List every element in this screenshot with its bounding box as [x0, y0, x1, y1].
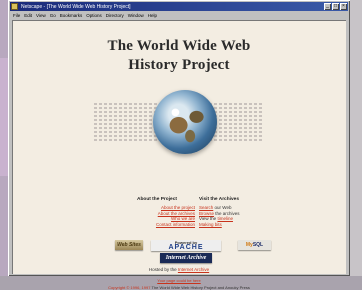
- close-button[interactable]: ×: [340, 3, 347, 10]
- apache-text: APACHE: [168, 244, 204, 251]
- timeline-link[interactable]: timeline: [217, 216, 233, 221]
- apache-badge[interactable]: Powered by APACHE: [151, 240, 221, 251]
- browse-link[interactable]: Browse: [199, 211, 214, 216]
- about-links: About the project About the archives Who…: [139, 205, 195, 227]
- netscape-app-icon[interactable]: [11, 3, 18, 10]
- menu-directory[interactable]: Directory: [106, 13, 124, 18]
- making-bits-link[interactable]: Making bits: [199, 222, 222, 227]
- desktop-stripe: [0, 58, 8, 176]
- menu-bookmarks[interactable]: Bookmarks: [60, 13, 83, 18]
- search-link[interactable]: Search: [199, 205, 213, 210]
- footer-line1: Your page could be here: [12, 278, 346, 283]
- mysql-badge[interactable]: MySQL: [238, 240, 271, 250]
- hosted-by: Hosted by the Internet Archive: [12, 267, 346, 272]
- browse-text: the archives: [215, 210, 240, 216]
- menu-view[interactable]: View: [36, 13, 46, 18]
- visit-links: Search our Web Browse the archives View …: [199, 205, 259, 227]
- mysql-my-text: My: [245, 242, 253, 248]
- hosted-text: Hosted by the: [148, 267, 177, 272]
- browser-window: Netscape - [The World Wide Web History P…: [8, 0, 350, 290]
- view-text: View the: [199, 216, 217, 221]
- desktop-right-edge: [350, 0, 362, 276]
- visit-heading: Visit the Archives: [199, 197, 239, 202]
- globe-icon: [153, 90, 217, 154]
- window-controls: _ □ ×: [324, 3, 347, 10]
- maximize-button[interactable]: □: [332, 3, 339, 10]
- menu-edit[interactable]: Edit: [24, 13, 32, 18]
- copyright-link[interactable]: Copyright © 1996, 1997: [108, 285, 150, 290]
- desktop-left-edge: [0, 0, 8, 276]
- page-title-line2: History Project: [128, 57, 230, 73]
- your-page-link[interactable]: Your page could be here: [157, 278, 200, 283]
- menu-go[interactable]: Go: [50, 13, 56, 18]
- menu-bar: File Edit View Go Bookmarks Options Dire…: [10, 11, 348, 19]
- about-heading: About the Project: [137, 197, 177, 202]
- footer-copyright: Copyright © 1996, 1997 The World Wide We…: [12, 285, 346, 290]
- contact-link[interactable]: Contact information: [139, 222, 195, 228]
- page-title-line1: The World Wide Web: [107, 38, 251, 54]
- internet-archive-badge[interactable]: Internet Archive: [160, 253, 212, 263]
- menu-help[interactable]: Help: [148, 13, 157, 18]
- internet-archive-link[interactable]: Internet Archive: [178, 267, 209, 272]
- title-bar[interactable]: Netscape - [The World Wide Web History P…: [10, 2, 348, 11]
- page-content: The World Wide Web History Project About…: [12, 20, 346, 290]
- menu-window[interactable]: Window: [128, 13, 144, 18]
- minimize-button[interactable]: _: [324, 3, 331, 10]
- mysql-sql-text: SQL: [252, 242, 264, 248]
- menu-options[interactable]: Options: [86, 13, 102, 18]
- window-title: Netscape - [The World Wide Web History P…: [21, 3, 131, 10]
- menu-file[interactable]: File: [13, 13, 20, 18]
- copyright-text: The World Wide Web History Project and A…: [151, 285, 250, 290]
- web-sites-badge[interactable]: Web Sites: [115, 240, 143, 250]
- search-text: our Web: [214, 205, 232, 210]
